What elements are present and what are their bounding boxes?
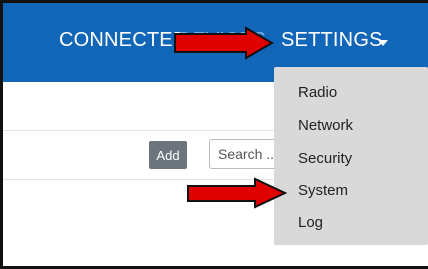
menu-item-network[interactable]: Network	[298, 117, 353, 134]
add-button[interactable]: Add	[149, 141, 187, 169]
menu-item-log[interactable]: Log	[298, 214, 323, 231]
settings-dropdown-menu: Radio Network Security System Log	[274, 67, 428, 245]
nav-settings-link[interactable]: SETTINGS	[281, 29, 383, 52]
red-arrow-icon	[187, 177, 288, 209]
red-arrow-icon	[174, 26, 275, 60]
menu-item-security[interactable]: Security	[298, 150, 352, 167]
menu-item-system[interactable]: System	[298, 182, 348, 199]
caret-down-icon[interactable]	[378, 40, 388, 46]
nav-connected-link[interactable]: CONNECTED	[59, 29, 187, 52]
menu-item-radio[interactable]: Radio	[298, 84, 337, 101]
